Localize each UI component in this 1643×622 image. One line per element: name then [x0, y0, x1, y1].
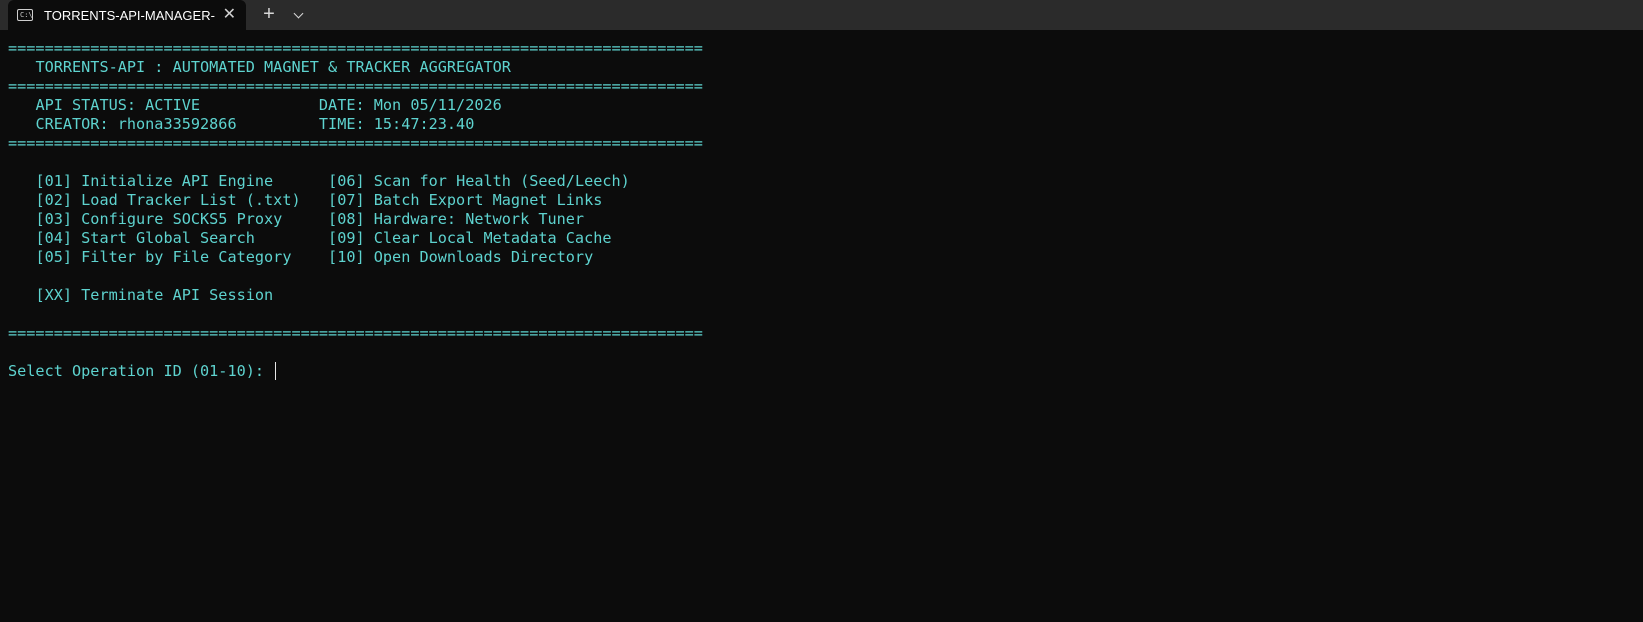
terminal-icon: C:\	[17, 9, 33, 21]
separator-line: ========================================…	[8, 324, 703, 342]
terminate-row: [XX] Terminate API Session	[8, 286, 1643, 305]
header-title-text: TORRENTS-API : AUTOMATED MAGNET & TRACKE…	[35, 58, 511, 76]
separator-line: ========================================…	[8, 39, 703, 57]
menu-item-09: [09] Clear Local Metadata Cache	[328, 229, 612, 247]
tab-dropdown-button[interactable]	[287, 4, 309, 26]
time-readout: TIME: 15:47:23.40	[318, 115, 475, 133]
new-tab-button[interactable]: +	[258, 4, 280, 26]
creator-row: CREATOR: rhona33592866 TIME: 15:47:23.40	[8, 115, 1643, 134]
close-icon[interactable]: ✕	[223, 7, 236, 23]
separator-line: ========================================…	[8, 134, 703, 152]
creator: CREATOR: rhona33592866	[35, 115, 237, 133]
menu-item-05: [05] Filter by File Category	[35, 248, 292, 266]
title-bar: C:\ TORRENTS-API-MANAGER- ✕ +	[0, 0, 1643, 30]
menu-item-04: [04] Start Global Search	[35, 229, 255, 247]
terminal-output[interactable]: ========================================…	[8, 39, 1643, 622]
menu-row: [03] Configure SOCKS5 Proxy [08] Hardwar…	[8, 210, 1643, 229]
separator-line: ========================================…	[8, 77, 703, 95]
chevron-down-icon	[293, 8, 303, 18]
menu-item-07: [07] Batch Export Magnet Links	[328, 191, 603, 209]
menu-item-terminate: [XX] Terminate API Session	[35, 286, 274, 304]
api-status: API STATUS: ACTIVE	[35, 96, 201, 114]
status-row: API STATUS: ACTIVE DATE: Mon 05/11/2026	[8, 96, 1643, 115]
prompt-row[interactable]: Select Operation ID (01-10):	[8, 362, 1643, 381]
tab-title: TORRENTS-API-MANAGER-	[44, 7, 215, 23]
terminal-tab[interactable]: C:\ TORRENTS-API-MANAGER- ✕	[8, 0, 246, 30]
menu-item-10: [10] Open Downloads Directory	[328, 248, 594, 266]
prompt-text: Select Operation ID (01-10):	[8, 362, 274, 380]
menu-row: [01] Initialize API Engine [06] Scan for…	[8, 172, 1643, 191]
menu-row: [05] Filter by File Category [10] Open D…	[8, 248, 1643, 267]
date-readout: DATE: Mon 05/11/2026	[318, 96, 502, 114]
menu-row: [04] Start Global Search [09] Clear Loca…	[8, 229, 1643, 248]
menu-item-03: [03] Configure SOCKS5 Proxy	[35, 210, 283, 228]
menu-item-02: [02] Load Tracker List (.txt)	[35, 191, 301, 209]
menu-item-01: [01] Initialize API Engine	[35, 172, 274, 190]
header-title: TORRENTS-API : AUTOMATED MAGNET & TRACKE…	[8, 58, 1643, 77]
text-cursor	[275, 362, 277, 380]
menu-row: [02] Load Tracker List (.txt) [07] Batch…	[8, 191, 1643, 210]
menu-item-06: [06] Scan for Health (Seed/Leech)	[328, 172, 630, 190]
menu-item-08: [08] Hardware: Network Tuner	[328, 210, 585, 228]
